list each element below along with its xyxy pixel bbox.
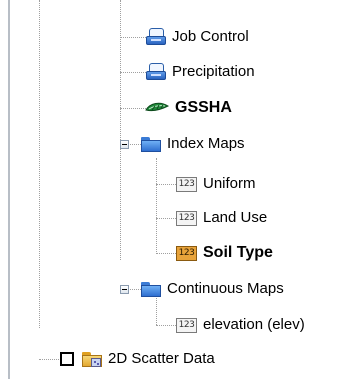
document-icon [146, 63, 166, 81]
tree-item-label: 2D Scatter Data [108, 350, 215, 367]
tree-item-continuous-maps[interactable]: Continuous Maps [141, 277, 284, 301]
tree-item-elevation[interactable]: 123 elevation (elev) [176, 313, 305, 337]
tree-line [120, 0, 121, 260]
dataset-123-icon: 123 [176, 317, 197, 333]
tree-line [156, 184, 176, 185]
tree-item-job-control[interactable]: Job Control [146, 25, 249, 49]
tree-item-uniform[interactable]: 123 Uniform [176, 172, 256, 196]
dataset-123-icon: 123 [176, 176, 197, 192]
tree-item-label: Index Maps [167, 135, 245, 152]
panel-edge [8, 0, 10, 379]
tree-item-label: GSSHA [175, 99, 232, 116]
gssha-model-icon [145, 101, 170, 115]
tree-line [120, 72, 146, 73]
tree-line [39, 0, 40, 328]
folder-icon [141, 136, 161, 152]
tree-line [156, 158, 157, 254]
tree-item-label: Precipitation [172, 63, 255, 80]
tree-item-label: Uniform [203, 175, 256, 192]
collapse-continuous-maps-button[interactable] [120, 285, 129, 294]
tree-item-label: elevation (elev) [203, 316, 305, 333]
tree-item-soil-type[interactable]: 123 Soil Type [176, 241, 273, 265]
scatter-folder-icon [82, 351, 102, 367]
tree-item-gssha[interactable]: GSSHA [145, 96, 232, 120]
document-icon [146, 28, 166, 46]
folder-icon [141, 281, 161, 297]
tree-item-2d-scatter-data[interactable]: 2D Scatter Data [82, 347, 215, 371]
tree-item-index-maps[interactable]: Index Maps [141, 132, 245, 156]
tree-item-label: Land Use [203, 209, 268, 226]
tree-item-label: Job Control [172, 28, 249, 45]
active-dataset-123-icon: 123 [176, 245, 197, 261]
dataset-123-icon: 123 [176, 210, 197, 226]
tree-line [120, 37, 146, 38]
tree-item-precipitation[interactable]: Precipitation [146, 60, 255, 84]
tree-line [156, 253, 176, 254]
tree-item-land-use[interactable]: 123 Land Use [176, 206, 267, 230]
tree-item-label: Continuous Maps [167, 280, 284, 297]
tree-item-label: Soil Type [203, 244, 273, 261]
tree-line [156, 325, 176, 326]
tree-line [120, 108, 146, 109]
scatter-visibility-checkbox[interactable] [60, 352, 74, 366]
tree-line [156, 218, 176, 219]
collapse-index-maps-button[interactable] [120, 140, 129, 149]
